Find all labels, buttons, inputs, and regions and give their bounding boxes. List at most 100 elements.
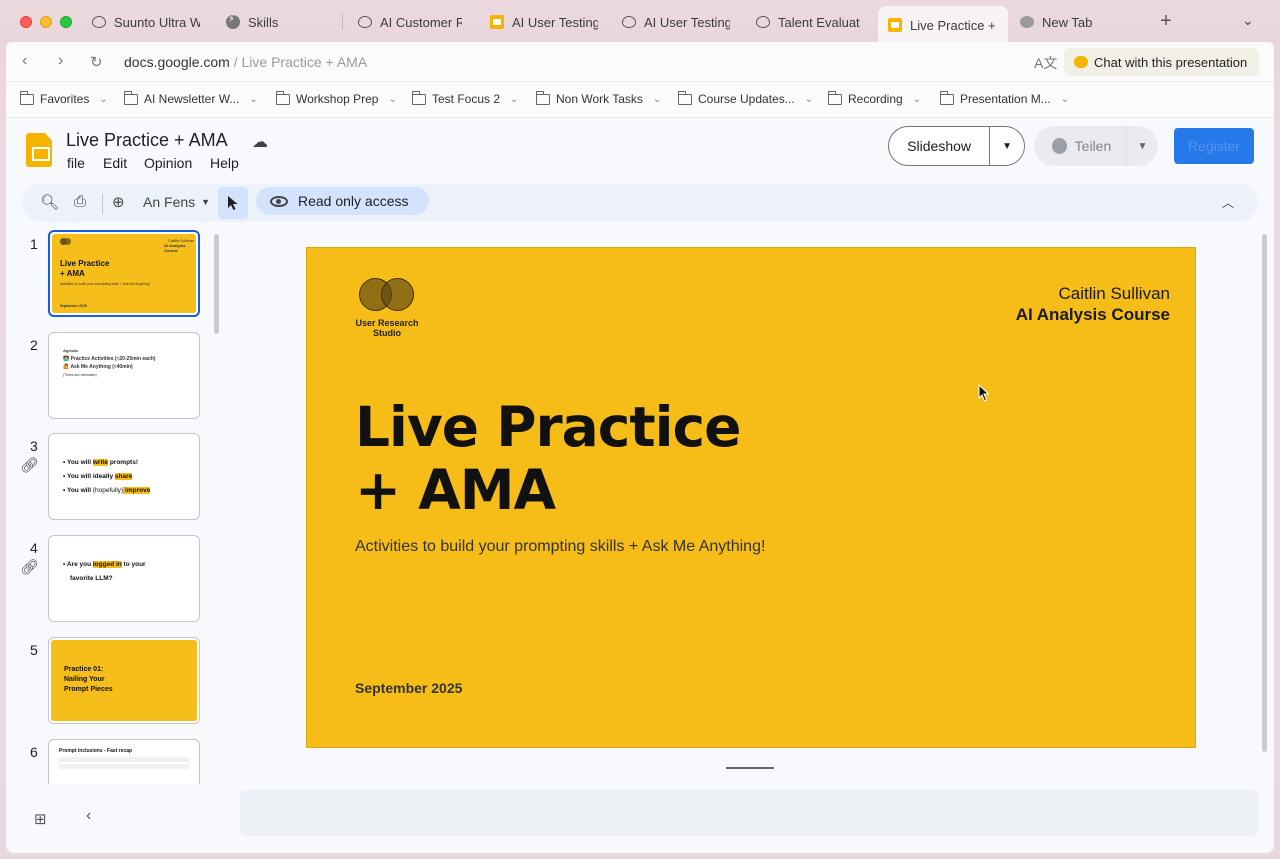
search-icon[interactable]: 🔍︎ [40, 193, 59, 211]
course-name: AI Analysis Course [1015, 305, 1170, 324]
chevron-up-icon[interactable]: ︿ [1222, 194, 1234, 211]
menu-opinion[interactable]: Opinion [144, 155, 192, 171]
resize-handle[interactable] [726, 767, 774, 769]
eye-icon [270, 195, 288, 207]
slides-logo-icon[interactable] [26, 133, 52, 167]
slide-canvas[interactable]: User Research Studio Caitlin Sullivan AI… [306, 247, 1196, 748]
tab-list-chevron-icon[interactable]: ⌄ [1242, 12, 1254, 29]
bookmark-folder[interactable]: Presentation M... ⌄ [940, 90, 1069, 106]
read-only-label: Read only access [298, 193, 409, 209]
globe-icon [1052, 138, 1067, 154]
browser-tab[interactable]: AI Customer Re [348, 6, 472, 38]
share-button-group: Teilen ▼ [1034, 126, 1158, 166]
folder-icon [412, 90, 426, 105]
cloud-saved-icon[interactable]: ☁ [252, 132, 268, 152]
chat-with-presentation-button[interactable]: Chat with this presentation [1064, 48, 1260, 76]
chevron-down-icon: ⌄ [99, 93, 108, 105]
link-icon: 🔗︎ [20, 457, 40, 474]
slide-thumbnail-2[interactable]: Agenda 🧑‍💻 Practice Activities (≈20-25mi… [48, 332, 200, 419]
slide-date: September 2025 [355, 680, 463, 696]
bookmark-label: Favorites [40, 92, 90, 106]
thumb-row [59, 764, 189, 769]
slide-thumbnail-5[interactable]: Practice 01: Nailing Your Prompt Pieces [48, 637, 200, 724]
bookmark-folder[interactable]: AI Newsletter W... ⌄ [124, 90, 258, 106]
menu-file[interactable]: file [67, 155, 85, 171]
translate-icon[interactable]: A文 [1034, 53, 1057, 73]
studio-logo-icon [359, 278, 419, 312]
maximize-window-button[interactable] [60, 16, 72, 28]
forward-arrow-icon[interactable]: › [58, 52, 63, 70]
slide-title: Live Practice + AMA [355, 396, 741, 522]
thumb-text: Are you [66, 561, 93, 568]
document-title[interactable]: Live Practice + AMA [66, 130, 228, 151]
slides-icon [490, 15, 504, 29]
bookmark-folder[interactable]: Non Work Tasks ⌄ [536, 90, 661, 106]
thumb-text: You will ideally [66, 473, 115, 480]
cursor-arrow-icon [228, 196, 238, 210]
chat-bubble-icon [1074, 56, 1088, 68]
main-scrollbar[interactable] [1262, 234, 1267, 752]
bookmarks-bar: Favorites ⌄ AI Newsletter W... ⌄ Worksho… [6, 82, 1274, 118]
new-tab-plus-icon[interactable]: + [1156, 10, 1176, 33]
bookmark-folder[interactable]: Workshop Prep ⌄ [276, 90, 397, 106]
browser-tab[interactable]: New Tab [1010, 6, 1140, 38]
toolbar: 🔍︎ ⎙ ⊕ An Fens ▼ Read only access ︿ [22, 184, 1258, 222]
share-dropdown-icon[interactable]: ▼ [1127, 141, 1158, 152]
register-button[interactable]: Register [1174, 128, 1254, 164]
thumb-bullet: • You will (hopefully) improve [63, 487, 151, 494]
browser-tab-active[interactable]: Live Practice + A [878, 6, 1008, 44]
url-field[interactable]: docs.google.com / Live Practice + AMA [124, 54, 367, 70]
grid-view-icon[interactable]: ⊞ [34, 810, 47, 828]
browser-tab[interactable]: AI User Testing [612, 6, 740, 38]
thumb-subtitle: Activities to build your prompting skill… [60, 282, 150, 286]
bookmark-folder[interactable]: Favorites ⌄ [20, 90, 108, 106]
tab-label: AI User Testing [512, 14, 598, 30]
link-icon: 🔗︎ [20, 559, 40, 576]
slide-thumbnail-4[interactable]: • Are you logged in to your favorite LLM… [48, 535, 200, 622]
select-cursor-button[interactable] [218, 187, 248, 219]
folder-icon [940, 90, 954, 105]
tab-label: Live Practice + A [910, 17, 998, 33]
slide-number: 3 [30, 438, 38, 454]
browser-tab[interactable]: Talent Evaluatio [746, 6, 870, 38]
share-button[interactable]: Teilen [1075, 138, 1126, 154]
folder-icon [828, 90, 842, 105]
address-bar: ‹ › ↻ docs.google.com / Live Practice + … [6, 42, 1274, 82]
browser-tab[interactable]: Suunto Ultra Wa [82, 6, 210, 38]
folder-icon [20, 90, 34, 105]
thumb-text: (hopefully) [92, 487, 124, 494]
print-icon[interactable]: ⎙ [74, 193, 86, 210]
collapse-filmstrip-icon[interactable]: ‹ [86, 807, 91, 825]
browser-tab[interactable]: AI User Testing [480, 6, 608, 38]
tab-label: AI Customer Re [380, 14, 462, 30]
zoom-select[interactable]: An Fens ▼ [143, 194, 210, 210]
slide-title-line: + AMA [355, 458, 556, 522]
filmstrip-scrollbar[interactable] [214, 234, 219, 334]
zoom-icon[interactable]: ⊕ [112, 193, 125, 211]
slide-thumbnail-6[interactable]: Prompt inclusions - Fast recap [48, 739, 200, 784]
browser-tab[interactable]: Skills [216, 6, 336, 38]
thumb-line: 🧑‍💻 Practice Activities (≈20-25min each) [63, 356, 156, 362]
thumb-course: AI Analysis Course [164, 243, 186, 253]
slide-thumbnail-1[interactable]: Caitlin Sullivan AI Analysis Course Live… [48, 230, 200, 317]
bookmark-folder[interactable]: Course Updates... ⌄ [678, 90, 813, 106]
url-path: / Live Practice + AMA [229, 54, 368, 70]
bookmark-folder[interactable]: Test Focus 2 ⌄ [412, 90, 518, 106]
read-only-badge[interactable]: Read only access [256, 187, 429, 215]
slideshow-button[interactable]: Slideshow [889, 138, 989, 154]
minimize-window-button[interactable] [40, 16, 52, 28]
thumb-row [59, 757, 189, 762]
bookmark-folder[interactable]: Recording ⌄ [828, 90, 921, 106]
speaker-notes-area[interactable] [240, 790, 1258, 836]
thumb-highlight: share [114, 473, 133, 480]
slideshow-dropdown-icon[interactable]: ▼ [990, 141, 1024, 152]
slide-number: 1 [30, 236, 38, 252]
slide-thumbnail-3[interactable]: • You will write prompts! • You will ide… [48, 433, 200, 520]
chevron-down-icon: ⌄ [249, 93, 258, 105]
thumb-date: September 2025 [60, 304, 87, 308]
menu-help[interactable]: Help [210, 155, 239, 171]
back-arrow-icon[interactable]: ‹ [22, 52, 27, 70]
reload-icon[interactable]: ↻ [90, 53, 103, 71]
close-window-button[interactable] [20, 16, 32, 28]
menu-edit[interactable]: Edit [103, 155, 127, 171]
